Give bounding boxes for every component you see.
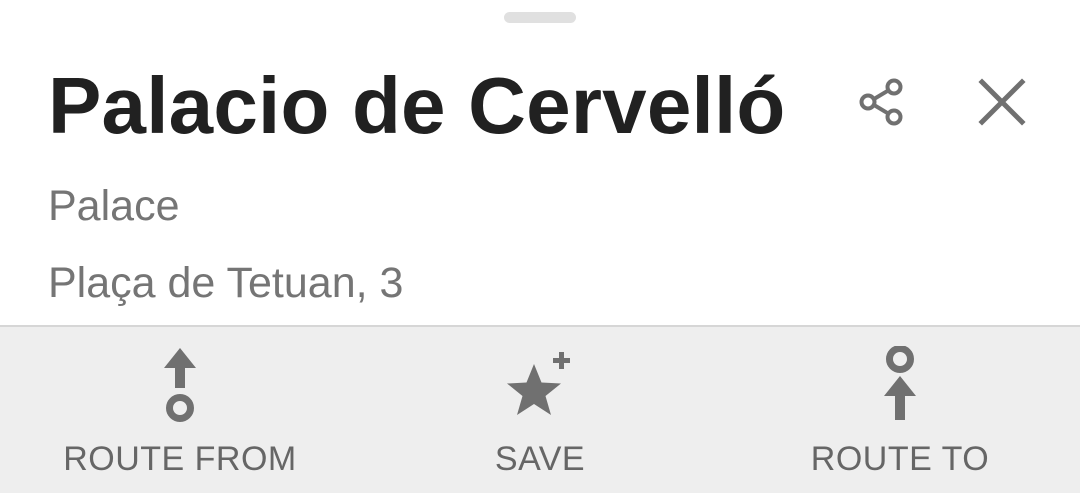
share-button[interactable] — [842, 62, 922, 142]
route-from-label: ROUTE FROM — [63, 440, 297, 478]
share-icon — [859, 78, 903, 126]
close-button[interactable] — [962, 62, 1042, 142]
place-address: Plaça de Tetuan, 3 — [48, 259, 404, 307]
action-bar: ROUTE FROM SAVE ROUTE TO — [0, 325, 1080, 493]
route-from-icon — [164, 348, 196, 422]
route-to-button[interactable]: ROUTE TO — [720, 327, 1080, 493]
close-icon — [978, 78, 1026, 126]
place-category: Palace — [48, 182, 180, 230]
place-title: Palacio de Cervelló — [48, 61, 786, 150]
save-label: SAVE — [494, 440, 586, 478]
route-to-icon — [884, 346, 916, 420]
place-bottom-sheet: Palacio de Cervelló Palace Plaça de Tetu… — [0, 0, 1080, 493]
drag-handle[interactable] — [504, 12, 576, 23]
star-plus-icon — [507, 352, 570, 415]
route-from-button[interactable]: ROUTE FROM — [0, 327, 360, 493]
save-button[interactable]: SAVE — [360, 327, 720, 493]
route-to-label: ROUTE TO — [810, 440, 990, 478]
